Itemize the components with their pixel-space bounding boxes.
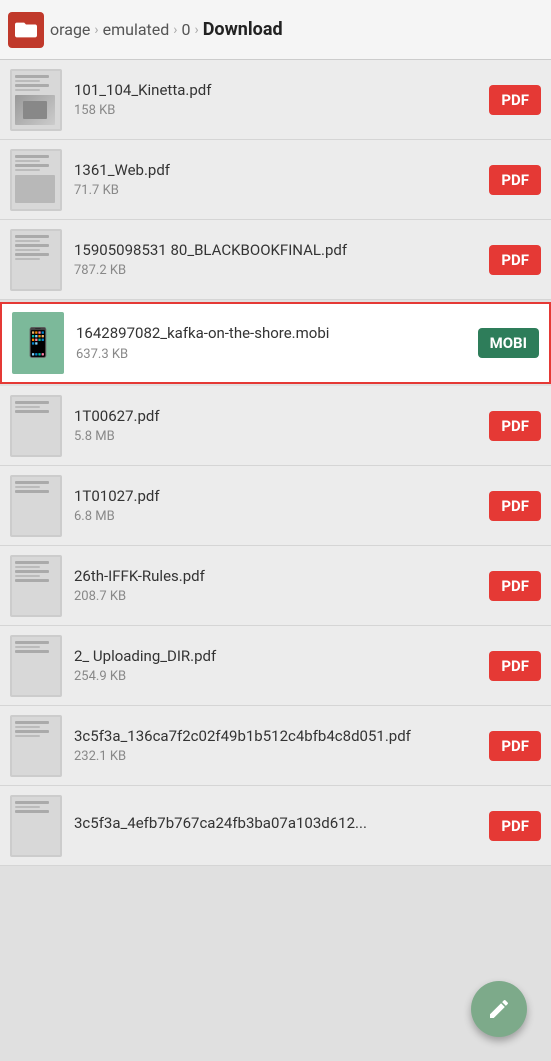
file-thumbnail	[10, 475, 62, 537]
file-type-badge[interactable]: PDF	[489, 165, 541, 195]
list-item[interactable]: 2_ Uploading_DIR.pdf 254.9 KB PDF	[0, 626, 551, 706]
breadcrumb-emulated[interactable]: emulated	[103, 20, 170, 39]
file-info: 1T01027.pdf 6.8 MB	[74, 487, 479, 525]
file-thumbnail	[10, 229, 62, 291]
app-icon	[8, 12, 44, 48]
fab-edit-button[interactable]	[471, 981, 527, 1037]
file-size: 254.9 KB	[74, 669, 479, 684]
file-size: 208.7 KB	[74, 589, 479, 604]
file-type-badge[interactable]: PDF	[489, 811, 541, 841]
file-thumbnail	[10, 555, 62, 617]
list-item[interactable]: 26th-IFFK-Rules.pdf 208.7 KB PDF	[0, 546, 551, 626]
breadcrumb: orage › emulated › 0 › Download	[50, 19, 543, 40]
file-name: 26th-IFFK-Rules.pdf	[74, 567, 479, 587]
file-type-badge[interactable]: PDF	[489, 731, 541, 761]
folder-icon	[15, 19, 37, 41]
file-name: 1642897082_kafka-on-the-shore.mobi	[76, 324, 468, 344]
breadcrumb-sep-2: ›	[173, 22, 177, 38]
file-info: 2_ Uploading_DIR.pdf 254.9 KB	[74, 647, 479, 685]
list-item[interactable]: 3c5f3a_136ca7f2c02f49b1b512c4bfb4c8d051.…	[0, 706, 551, 786]
breadcrumb-sep-1: ›	[94, 22, 98, 38]
file-info: 1361_Web.pdf 71.7 KB	[74, 161, 479, 199]
file-name: 1361_Web.pdf	[74, 161, 479, 181]
file-name: 15905098531 80_BLACKBOOKFINAL.pdf	[74, 241, 479, 261]
file-info: 26th-IFFK-Rules.pdf 208.7 KB	[74, 567, 479, 605]
file-name: 1T01027.pdf	[74, 487, 479, 507]
file-size: 158 KB	[74, 103, 479, 118]
breadcrumb-0[interactable]: 0	[182, 20, 191, 39]
file-thumbnail	[10, 715, 62, 777]
list-item[interactable]: 15905098531 80_BLACKBOOKFINAL.pdf 787.2 …	[0, 220, 551, 300]
file-thumbnail	[10, 795, 62, 857]
file-name: 1T00627.pdf	[74, 407, 479, 427]
file-size: 787.2 KB	[74, 263, 479, 278]
file-type-badge[interactable]: PDF	[489, 411, 541, 441]
file-info: 1T00627.pdf 5.8 MB	[74, 407, 479, 445]
file-type-badge[interactable]: PDF	[489, 651, 541, 681]
file-info: 1642897082_kafka-on-the-shore.mobi 637.3…	[76, 324, 468, 362]
file-thumbnail	[10, 69, 62, 131]
file-list: 101_104_Kinetta.pdf 158 KB PDF 1361_Web.…	[0, 60, 551, 866]
list-item[interactable]: 1361_Web.pdf 71.7 KB PDF	[0, 140, 551, 220]
file-size: 232.1 KB	[74, 749, 479, 764]
header: orage › emulated › 0 › Download	[0, 0, 551, 60]
file-type-badge[interactable]: PDF	[489, 491, 541, 521]
file-type-badge[interactable]: PDF	[489, 245, 541, 275]
breadcrumb-sep-3: ›	[195, 22, 199, 38]
file-type-badge[interactable]: MOBI	[478, 328, 539, 358]
file-thumbnail	[10, 149, 62, 211]
file-name: 101_104_Kinetta.pdf	[74, 81, 479, 101]
phone-icon: 📱	[21, 329, 56, 357]
list-item-selected[interactable]: 📱 1642897082_kafka-on-the-shore.mobi 637…	[0, 302, 551, 384]
file-thumbnail: 📱	[12, 312, 64, 374]
file-size: 5.8 MB	[74, 429, 479, 444]
file-type-badge[interactable]: PDF	[489, 85, 541, 115]
file-thumbnail	[10, 395, 62, 457]
breadcrumb-storage[interactable]: orage	[50, 20, 90, 39]
list-item[interactable]: 101_104_Kinetta.pdf 158 KB PDF	[0, 60, 551, 140]
file-name: 3c5f3a_4efb7b767ca24fb3ba07a103d612...	[74, 814, 479, 834]
file-info: 3c5f3a_136ca7f2c02f49b1b512c4bfb4c8d051.…	[74, 727, 479, 765]
file-name: 2_ Uploading_DIR.pdf	[74, 647, 479, 667]
breadcrumb-download: Download	[203, 19, 283, 40]
file-size: 637.3 KB	[76, 347, 468, 362]
edit-icon	[487, 997, 511, 1021]
file-name: 3c5f3a_136ca7f2c02f49b1b512c4bfb4c8d051.…	[74, 727, 479, 747]
list-item[interactable]: 3c5f3a_4efb7b767ca24fb3ba07a103d612... P…	[0, 786, 551, 866]
list-item[interactable]: 1T00627.pdf 5.8 MB PDF	[0, 386, 551, 466]
file-info: 3c5f3a_4efb7b767ca24fb3ba07a103d612...	[74, 814, 479, 837]
file-info: 15905098531 80_BLACKBOOKFINAL.pdf 787.2 …	[74, 241, 479, 279]
file-size: 6.8 MB	[74, 509, 479, 524]
list-item[interactable]: 1T01027.pdf 6.8 MB PDF	[0, 466, 551, 546]
file-type-badge[interactable]: PDF	[489, 571, 541, 601]
file-size: 71.7 KB	[74, 183, 479, 198]
file-thumbnail	[10, 635, 62, 697]
file-info: 101_104_Kinetta.pdf 158 KB	[74, 81, 479, 119]
